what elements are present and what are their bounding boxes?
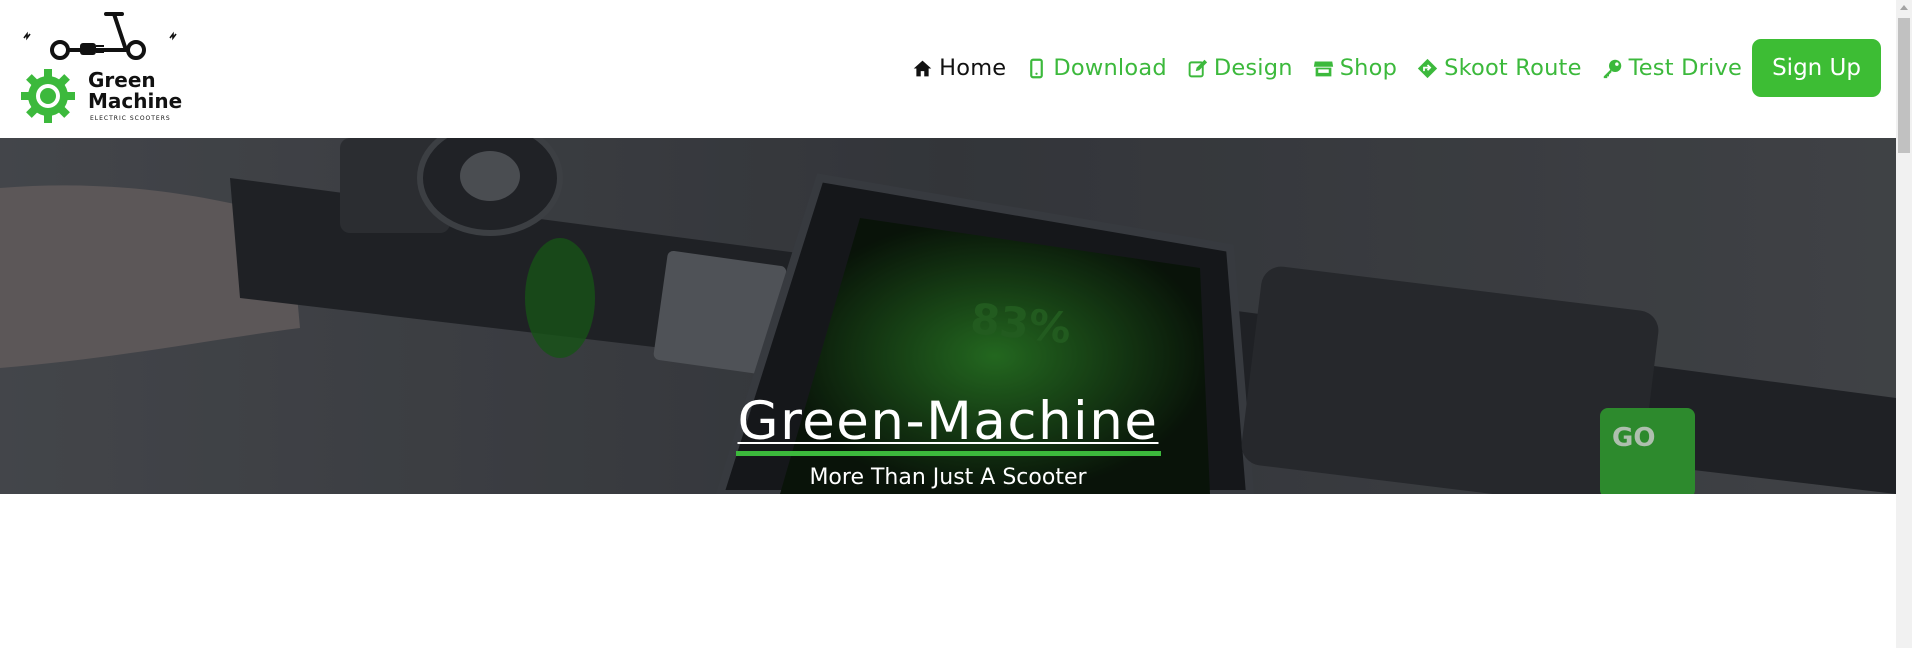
nav-home[interactable]: Home	[912, 55, 1006, 81]
store-icon	[1313, 61, 1333, 76]
scooter-logo-icon: Green Machine ELECTRIC SCOOTERS	[21, 12, 182, 123]
mobile-icon	[1030, 58, 1044, 78]
hero-subtitle: More Than Just A Scooter	[809, 465, 1087, 490]
brand-logo[interactable]: Green Machine ELECTRIC SCOOTERS	[18, 10, 188, 125]
nav-download-label: Download	[1053, 55, 1167, 81]
nav-skoot-route[interactable]: Skoot Route	[1417, 55, 1582, 81]
nav-shop[interactable]: Shop	[1313, 55, 1397, 81]
home-icon	[913, 60, 932, 76]
brand-line2: Machine	[88, 89, 182, 113]
nav-design[interactable]: Design	[1187, 55, 1293, 81]
nav-home-label: Home	[939, 55, 1007, 81]
page-scrollbar[interactable]	[1896, 0, 1912, 648]
nav-download[interactable]: Download	[1026, 55, 1167, 81]
nav-design-label: Design	[1213, 55, 1293, 81]
nav-shop-label: Shop	[1339, 55, 1398, 81]
hero-title: Green-Machine	[735, 393, 1161, 456]
brand-tagline: ELECTRIC SCOOTERS	[90, 115, 171, 122]
hero-title-wrap: Green-Machine	[0, 393, 1896, 456]
scroll-up-arrow-icon[interactable]	[1900, 5, 1908, 10]
nav-test-drive[interactable]: Test Drive	[1602, 55, 1742, 81]
key-icon	[1603, 59, 1621, 78]
nav-test-drive-label: Test Drive	[1628, 55, 1743, 81]
edit-icon	[1188, 59, 1207, 77]
scroll-thumb[interactable]	[1898, 18, 1910, 153]
sign-up-button[interactable]: Sign Up	[1752, 39, 1881, 97]
nav-menu: Home Download Design Shop Skoot Route Te…	[892, 38, 1881, 98]
hero-banner: 83% GO Green-Machine More Than Just A Sc…	[0, 138, 1896, 494]
route-icon	[1417, 58, 1438, 78]
nav-skoot-route-label: Skoot Route	[1444, 55, 1582, 81]
navbar: Green Machine ELECTRIC SCOOTERS Home Dow…	[0, 0, 1896, 138]
